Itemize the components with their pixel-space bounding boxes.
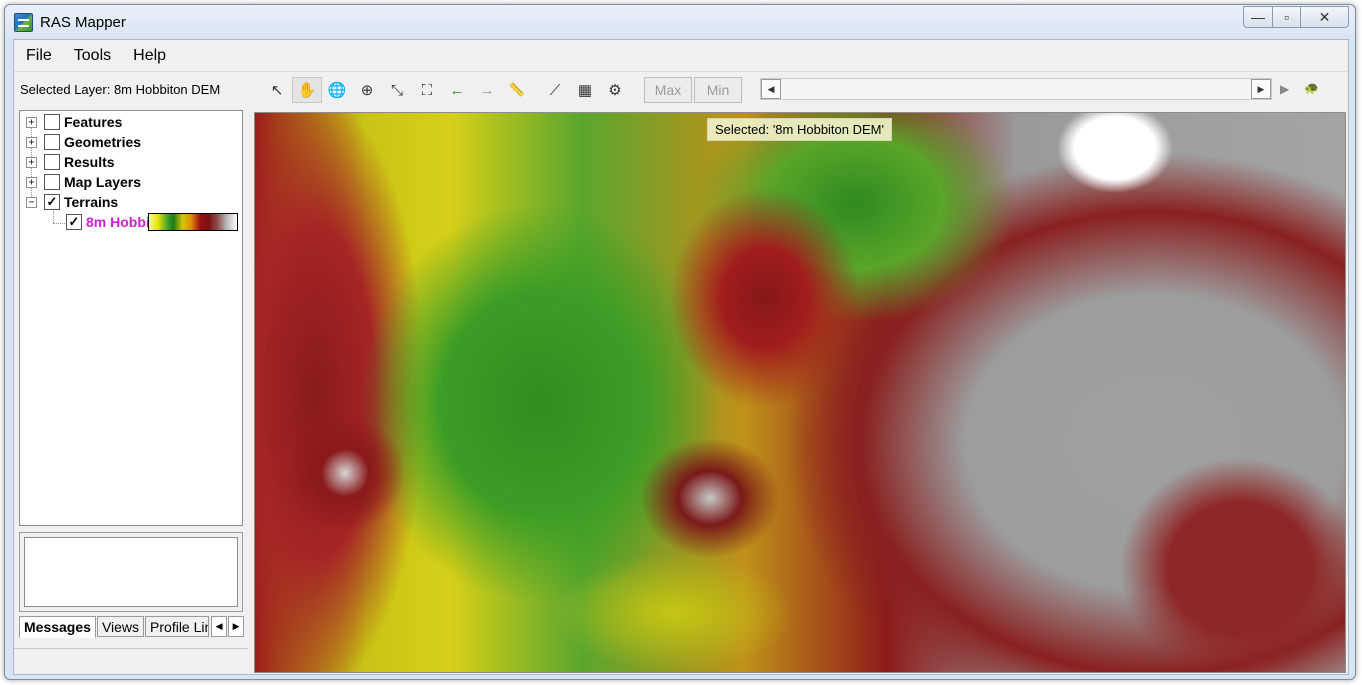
minimize-button[interactable]: —	[1243, 6, 1273, 28]
tree-item-label: Features	[64, 114, 123, 130]
expand-icon[interactable]: +	[26, 176, 37, 188]
tree-item-label: Results	[64, 154, 115, 170]
play-icon[interactable]: ▶	[1280, 82, 1289, 96]
hatch-grid-icon[interactable]: ▦	[570, 77, 600, 103]
zoom-in-icon[interactable]: ⊕	[352, 77, 382, 103]
expand-icon[interactable]: +	[26, 156, 37, 168]
min-button[interactable]: Min	[694, 77, 742, 103]
back-arrow-icon[interactable]: ←	[442, 77, 472, 103]
tab-messages[interactable]: Messages	[19, 616, 96, 638]
messages-panel	[19, 532, 243, 612]
maximize-button[interactable]: ▫	[1273, 6, 1301, 28]
menu-bar: File Tools Help	[14, 40, 1348, 72]
messages-box[interactable]	[24, 537, 238, 607]
title-bar[interactable]: RAS Mapper — ▫ ✕	[5, 5, 1355, 39]
status-strip	[14, 648, 248, 674]
max-button[interactable]: Max	[644, 77, 692, 103]
map-selected-tooltip: Selected: '8m Hobbiton DEM'	[707, 118, 892, 141]
globe-icon[interactable]: 🌐	[322, 77, 352, 103]
map-toolbar: ↖ ✋ 🌐 ⊕ ⤡ ⛶ ← → 📏 ⟋ ▦ ⚙ Max Min	[262, 76, 742, 104]
full-extent-icon[interactable]: ⛶	[412, 77, 442, 103]
tab-profile-lines[interactable]: Profile Lines	[145, 616, 210, 637]
tree-item-terrains[interactable]: − ✓ Terrains	[26, 192, 118, 212]
pan-hand-icon[interactable]: ✋	[292, 77, 322, 103]
tree-item-results[interactable]: + Results	[26, 152, 115, 172]
slider-right-icon[interactable]: ▶	[1251, 79, 1271, 99]
expand-icon[interactable]: +	[26, 136, 37, 148]
selected-layer-label: Selected Layer: 8m Hobbiton DEM	[20, 82, 221, 97]
tab-scroll-right-icon[interactable]: ▶	[228, 616, 245, 637]
window-title: RAS Mapper	[40, 14, 126, 31]
expand-icon[interactable]: +	[26, 116, 37, 128]
tree-item-label: Map Layers	[64, 174, 142, 190]
map-layers-checkbox[interactable]	[44, 174, 60, 190]
window-controls: — ▫ ✕	[1243, 6, 1349, 28]
geometries-checkbox[interactable]	[44, 134, 60, 150]
menu-file[interactable]: File	[26, 47, 52, 65]
app-window: RAS Mapper — ▫ ✕ File Tools Help Selecte…	[4, 4, 1356, 680]
tree-item-geometries[interactable]: + Geometries	[26, 132, 141, 152]
tree-connector	[53, 223, 67, 224]
slider-left-icon[interactable]: ◀	[761, 79, 781, 99]
tree-item-terrain-layer[interactable]: ✓ 8m Hobbiton DEM	[66, 212, 238, 232]
select-arrow-icon[interactable]: ↖	[262, 77, 292, 103]
features-checkbox[interactable]	[44, 114, 60, 130]
bottom-tabs: Messages Views Profile Lines ◀ ▶	[19, 616, 245, 638]
tree-item-map-layers[interactable]: + Map Layers	[26, 172, 141, 192]
terrain-map-view[interactable]: Selected: '8m Hobbiton DEM'	[254, 112, 1346, 673]
tree-connector	[53, 211, 54, 223]
profile-line-icon[interactable]: ⟋	[540, 77, 570, 103]
tab-scroll-left-icon[interactable]: ◀	[211, 616, 228, 637]
menu-tools[interactable]: Tools	[74, 47, 111, 65]
tree-item-label: Geometries	[64, 134, 142, 150]
settings-gear-icon[interactable]: ⚙	[600, 77, 630, 103]
terrain-layer-checkbox[interactable]: ✓	[66, 214, 82, 230]
tree-item-features[interactable]: + Features	[26, 112, 122, 132]
menu-help[interactable]: Help	[133, 47, 166, 65]
client-area: File Tools Help Selected Layer: 8m Hobbi…	[13, 39, 1349, 675]
terrain-layer-label: 8m Hobbiton DEM	[86, 214, 148, 230]
tree-item-label: Terrains	[64, 194, 119, 210]
forward-arrow-icon[interactable]: →	[472, 77, 502, 103]
results-checkbox[interactable]	[44, 154, 60, 170]
time-slider[interactable]: ◀ ▶	[760, 78, 1272, 100]
zoom-extent-icon[interactable]: ⤡	[382, 77, 412, 103]
turtle-speed-icon[interactable]: 🐢	[1304, 81, 1319, 95]
collapse-icon[interactable]: −	[26, 196, 37, 208]
measure-ruler-icon[interactable]: 📏	[502, 77, 532, 103]
tab-views[interactable]: Views	[96, 616, 145, 637]
layer-tree: + Features + Geometries + Results + Map …	[19, 110, 243, 526]
close-button[interactable]: ✕	[1301, 6, 1349, 28]
elevation-color-ramp	[148, 213, 238, 231]
terrains-checkbox[interactable]: ✓	[44, 194, 60, 210]
ras-mapper-icon	[14, 13, 33, 32]
